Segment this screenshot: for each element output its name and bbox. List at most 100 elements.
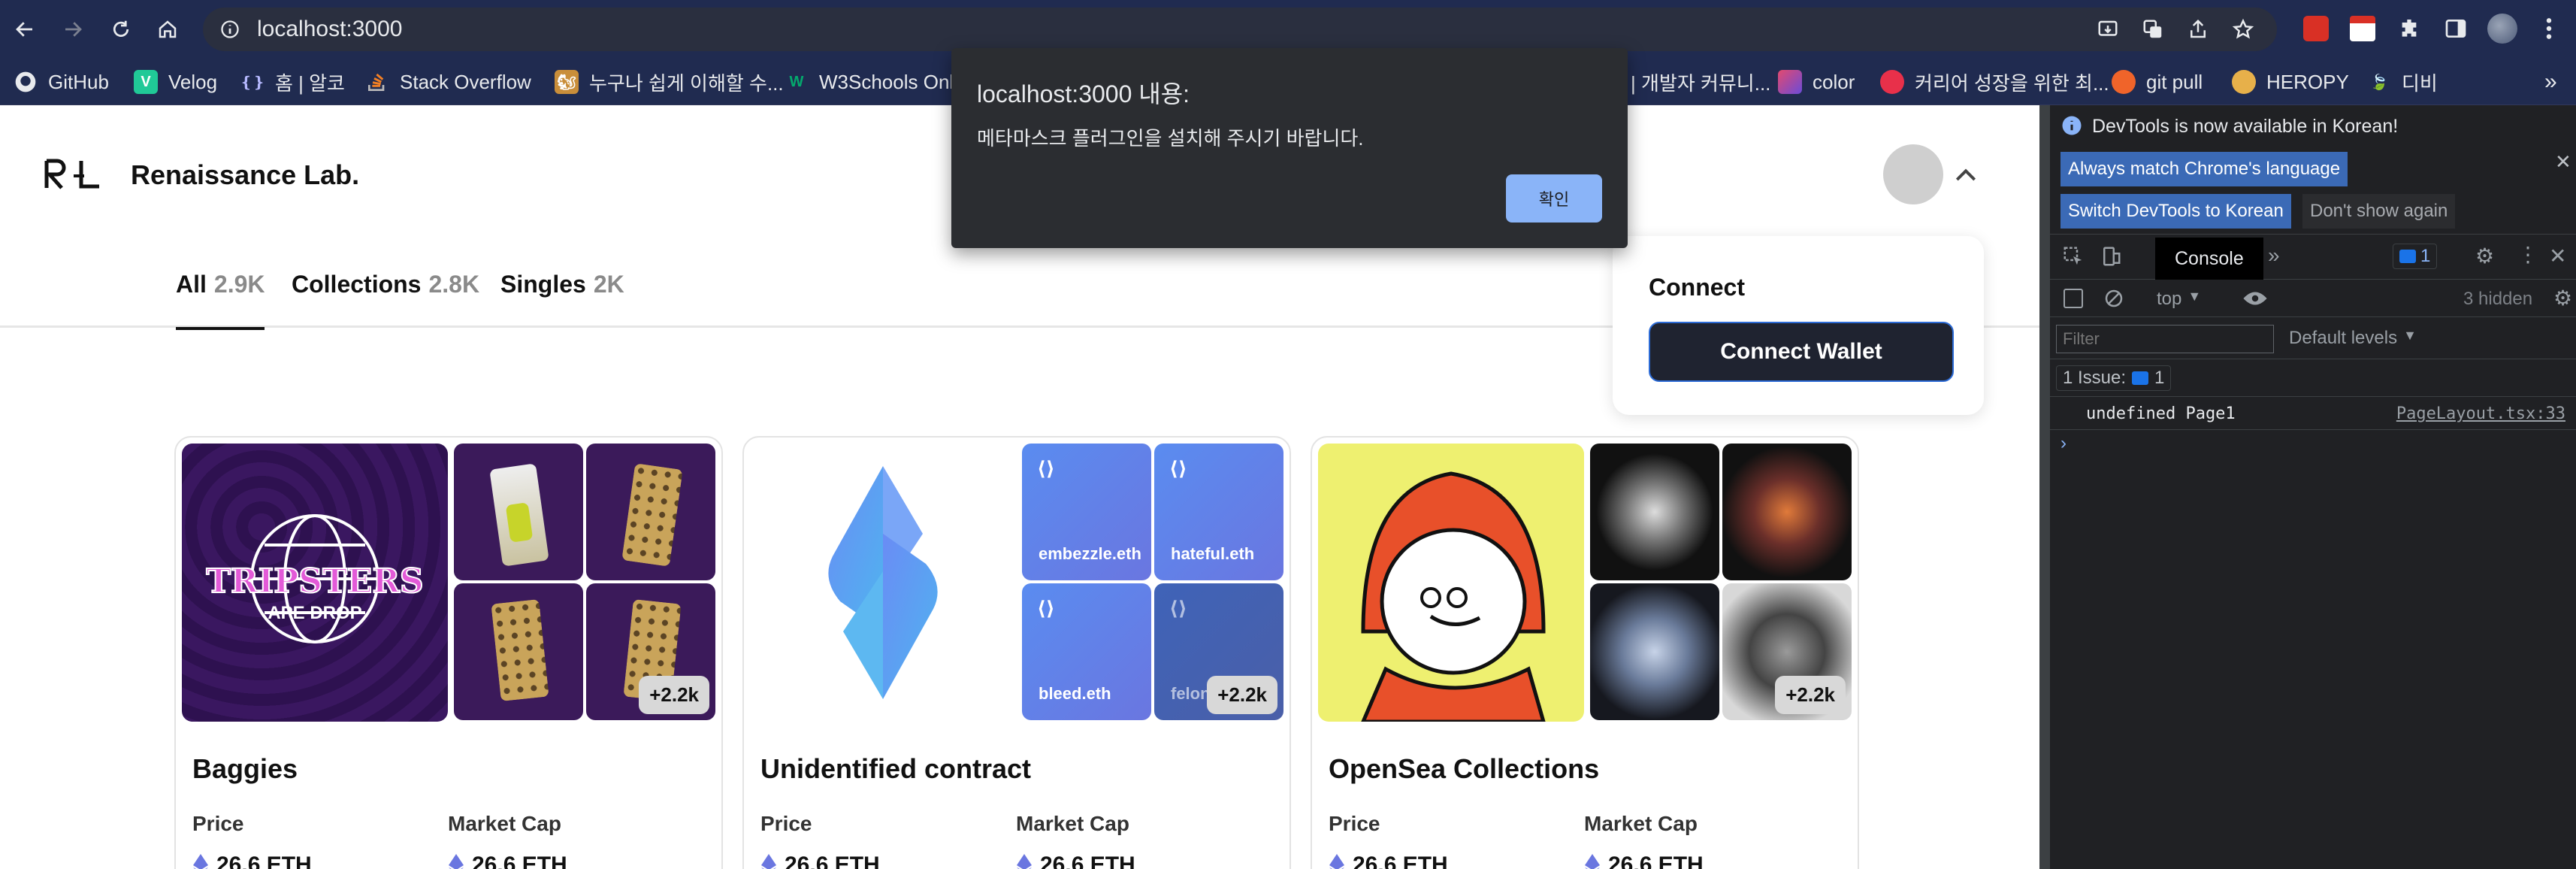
- dont-show-button[interactable]: Don't show again: [2302, 194, 2456, 229]
- collection-card[interactable]: +2.2k OpenSea Collections Price Market C…: [1311, 436, 1859, 869]
- banner-text: DevTools is now available in Korean!: [2092, 116, 2399, 137]
- star-icon[interactable]: [2232, 18, 2254, 41]
- price-value: 26.6 ETH: [760, 852, 880, 869]
- bookmark-korean-1[interactable]: 🐿 누구나 쉽게 이해할 수...: [555, 66, 784, 98]
- message-icon: [2399, 250, 2416, 263]
- forward-button[interactable]: [54, 11, 92, 48]
- bookmark-label: git pull: [2146, 70, 2203, 93]
- market-cap-label: Market Cap: [1584, 812, 1698, 835]
- github-icon: [15, 71, 36, 92]
- brand-name[interactable]: Renaissance Lab.: [131, 159, 359, 191]
- item-thumbnail[interactable]: +2.2k: [586, 583, 715, 720]
- item-thumbnail[interactable]: [454, 583, 583, 720]
- issues-link[interactable]: 1 Issue: 1: [2056, 365, 2172, 391]
- collection-card[interactable]: TRIPSTERS APE DROP +2.2k Baggies Price M…: [174, 436, 723, 869]
- profile-avatar-icon[interactable]: [2486, 12, 2519, 45]
- bookmark-gitpull[interactable]: git pull: [2112, 66, 2203, 98]
- item-thumbnail[interactable]: [454, 444, 583, 580]
- renaissance-logo-icon[interactable]: [44, 158, 104, 191]
- item-thumbnail[interactable]: [586, 444, 715, 580]
- hero-text-primary: TRIPSTERS: [205, 562, 424, 601]
- back-button[interactable]: [6, 11, 44, 48]
- velog-icon: V: [134, 70, 158, 94]
- more-tabs-icon[interactable]: »: [2268, 244, 2280, 268]
- tab-collections[interactable]: Collections 2.8K: [292, 271, 479, 328]
- extension-red-icon[interactable]: [2299, 12, 2333, 45]
- close-icon[interactable]: ✕: [2555, 150, 2571, 174]
- eye-icon[interactable]: [2242, 289, 2268, 308]
- code-icon: ❴❵: [240, 74, 265, 91]
- log-source-link[interactable]: PageLayout.tsx:33: [2396, 404, 2565, 423]
- context-selector[interactable]: top ▼: [2157, 289, 2201, 310]
- bookmark-label: 누구나 쉽게 이해할 수...: [589, 71, 784, 95]
- log-levels-dropdown[interactable]: Default levels ▼: [2289, 328, 2417, 349]
- avatar[interactable]: [1883, 144, 1943, 204]
- close-devtools-icon[interactable]: ✕: [2549, 244, 2566, 268]
- ens-name-thumbnail[interactable]: ⟨⟩ bleed.eth: [1022, 583, 1151, 720]
- item-thumbnail[interactable]: [1590, 583, 1719, 720]
- kebab-menu-icon[interactable]: [2532, 12, 2565, 45]
- item-thumbnail[interactable]: [1590, 444, 1719, 580]
- extensions-puzzle-icon[interactable]: [2393, 12, 2426, 45]
- item-thumbnail[interactable]: +2.2k: [1722, 583, 1852, 720]
- eth-icon: [449, 854, 464, 869]
- ens-name-thumbnail[interactable]: ⟨⟩ embezzle.eth: [1022, 444, 1151, 580]
- home-button[interactable]: [149, 11, 186, 48]
- issues-row: 1 Issue: 1: [2050, 359, 2576, 397]
- reload-button[interactable]: [102, 11, 140, 48]
- switch-korean-button[interactable]: Switch DevTools to Korean: [2060, 194, 2291, 229]
- more-items-badge[interactable]: +2.2k: [1207, 676, 1277, 714]
- devtools-resize-handle[interactable]: [2039, 105, 2050, 869]
- hidden-count: 3 hidden: [2463, 289, 2533, 309]
- console-prompt[interactable]: ›: [2060, 433, 2067, 454]
- alert-ok-button[interactable]: 확인: [1506, 174, 1602, 223]
- bookmark-db[interactable]: 🍃 디비: [2367, 66, 2438, 98]
- bookmark-label: W3Schools Onl: [819, 70, 954, 93]
- ens-name-thumbnail[interactable]: ⟨⟩ hateful.eth: [1154, 444, 1283, 580]
- install-app-icon[interactable]: [2097, 18, 2119, 41]
- inspect-icon[interactable]: [2062, 245, 2085, 268]
- console-settings-icon[interactable]: ⚙: [2553, 286, 2572, 310]
- bookmark-career[interactable]: 커리어 성장을 위한 최...: [1880, 66, 2109, 98]
- bookmark-heropy[interactable]: HEROPY: [2232, 66, 2349, 98]
- tab-singles[interactable]: Singles 2K: [500, 271, 624, 328]
- translate-icon[interactable]: [2142, 18, 2164, 41]
- connect-title: Connect: [1649, 274, 1745, 301]
- bookmark-label: | 개발자 커뮤니...: [1631, 71, 1771, 95]
- more-items-badge[interactable]: +2.2k: [639, 676, 709, 714]
- extension-calendar-icon[interactable]: [2346, 12, 2379, 45]
- bookmark-icon: [1880, 70, 1904, 94]
- match-language-button[interactable]: Always match Chrome's language: [2060, 152, 2348, 186]
- bookmark-w3schools[interactable]: W W3Schools Onl: [785, 66, 954, 98]
- bookmark-algo[interactable]: ❴❵ 홈 | 알코: [240, 66, 345, 98]
- tab-console[interactable]: Console: [2155, 238, 2263, 280]
- chevron-up-icon[interactable]: [1951, 161, 1981, 191]
- message-icon: [2132, 371, 2149, 385]
- bookmark-korean-2[interactable]: | 개발자 커뮤니...: [1631, 66, 1770, 98]
- price-label: Price: [1329, 812, 1380, 835]
- item-thumbnail[interactable]: [1722, 444, 1852, 580]
- filter-input[interactable]: [2056, 325, 2274, 353]
- address-bar[interactable]: localhost:3000: [203, 8, 2277, 51]
- more-items-badge[interactable]: +2.2k: [1775, 676, 1846, 714]
- hero-text-secondary: APE DROP: [268, 603, 362, 623]
- bookmarks-overflow-button[interactable]: »: [2544, 66, 2557, 98]
- tab-all[interactable]: All 2.9K: [176, 271, 265, 330]
- side-panel-icon[interactable]: [2439, 12, 2472, 45]
- bookmark-stackoverflow[interactable]: Stack Overflow: [365, 66, 531, 98]
- bookmark-color[interactable]: color: [1778, 66, 1855, 98]
- ens-name-thumbnail[interactable]: ⟨⟩ felon.e +2.2k: [1154, 583, 1283, 720]
- sidebar-toggle-icon[interactable]: [2064, 289, 2083, 308]
- issues-counter[interactable]: 1: [2393, 244, 2438, 269]
- market-cap-value: 26.6 ETH: [1584, 852, 1704, 869]
- connect-wallet-button[interactable]: Connect Wallet: [1649, 322, 1954, 382]
- device-toolbar-icon[interactable]: [2100, 245, 2122, 268]
- settings-gear-icon[interactable]: ⚙: [2475, 244, 2494, 268]
- bookmark-github[interactable]: GitHub: [14, 66, 109, 98]
- devtools-menu-icon[interactable]: ⋮: [2517, 242, 2538, 267]
- info-icon[interactable]: [219, 19, 240, 40]
- bookmark-velog[interactable]: V Velog: [134, 66, 217, 98]
- collection-card[interactable]: ⟨⟩ embezzle.eth ⟨⟩ hateful.eth ⟨⟩ bleed.…: [742, 436, 1291, 869]
- share-icon[interactable]: [2187, 18, 2209, 41]
- clear-console-icon[interactable]: [2103, 287, 2125, 310]
